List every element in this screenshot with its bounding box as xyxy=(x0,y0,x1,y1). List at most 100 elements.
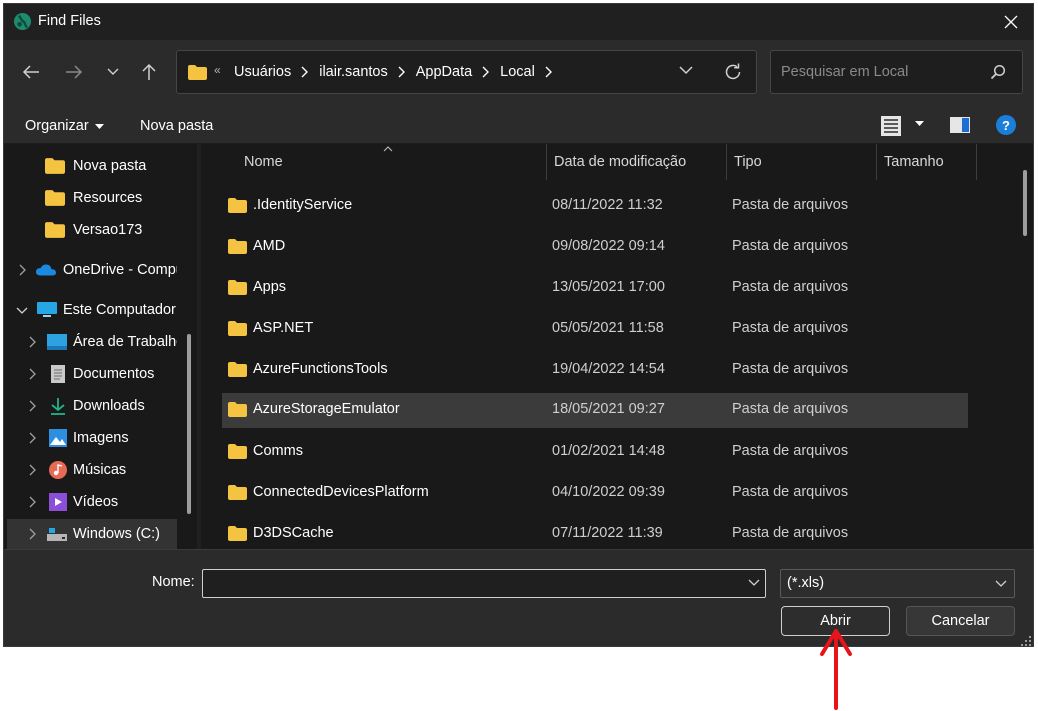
documents-icon xyxy=(51,365,65,383)
sidebar-item-documentos[interactable]: Documentos xyxy=(7,359,177,389)
chevron-right-icon[interactable] xyxy=(25,367,39,381)
breadcrumb: Usuários ilair.santos AppData Local xyxy=(232,64,561,80)
cancel-button[interactable]: Cancelar xyxy=(906,606,1015,636)
file-type-select[interactable]: (*.xls) xyxy=(780,569,1015,598)
column-header-date[interactable]: Data de modificação xyxy=(554,144,686,180)
chevron-right-icon[interactable] xyxy=(482,66,490,78)
file-list-scrollbar[interactable] xyxy=(1023,170,1027,236)
preview-pane-icon[interactable] xyxy=(950,117,970,133)
close-button[interactable] xyxy=(999,10,1023,34)
file-type: Pasta de arquivos xyxy=(732,238,849,254)
chevron-right-icon[interactable] xyxy=(25,495,39,509)
column-divider[interactable] xyxy=(876,144,877,180)
table-row-selected[interactable]: AzureStorageEmulator 18/05/2021 09:27 Pa… xyxy=(222,393,968,428)
sidebar-item-label: Resources xyxy=(73,190,143,206)
recent-locations-button[interactable] xyxy=(99,58,127,86)
breadcrumb-item[interactable]: Usuários xyxy=(232,64,293,80)
sidebar-item-imagens[interactable]: Imagens xyxy=(7,423,177,453)
chevron-right-icon[interactable] xyxy=(545,66,553,78)
sidebar-item-label: Área de Trabalho xyxy=(73,334,177,350)
file-name: ASP.NET xyxy=(253,320,314,336)
organize-menu-button[interactable]: Organizar xyxy=(25,118,104,134)
chevron-right-icon[interactable] xyxy=(301,66,309,78)
sidebar-item-windows-c[interactable]: Windows (C:) xyxy=(7,519,177,549)
sidebar-item-label: Vídeos xyxy=(73,494,119,510)
sidebar-item-area-de-trabalho[interactable]: Área de Trabalho xyxy=(7,327,177,357)
chevron-down-icon xyxy=(107,68,119,75)
chevron-down-icon[interactable] xyxy=(679,66,693,75)
table-row[interactable]: Apps 13/05/2021 17:00 Pasta de arquivos xyxy=(222,271,968,306)
file-date: 07/11/2022 11:39 xyxy=(552,525,663,541)
column-header-name[interactable]: Nome xyxy=(244,144,283,180)
folder-icon xyxy=(228,526,247,541)
sort-ascending-icon xyxy=(383,146,393,152)
breadcrumb-item[interactable]: Local xyxy=(498,64,537,80)
file-type: Pasta de arquivos xyxy=(732,320,849,336)
sidebar-item-downloads[interactable]: Downloads xyxy=(7,391,177,421)
chevron-right-icon[interactable] xyxy=(25,463,39,477)
file-date: 08/11/2022 11:32 xyxy=(552,197,663,213)
column-header-type[interactable]: Tipo xyxy=(734,144,762,180)
table-row[interactable]: Comms 01/02/2021 14:48 Pasta de arquivos xyxy=(222,435,968,470)
sidebar-item-este-computador[interactable]: Este Computador xyxy=(7,295,177,325)
table-row[interactable]: .IdentityService 08/11/2022 11:32 Pasta … xyxy=(222,189,968,224)
arrow-up-icon xyxy=(142,63,156,80)
breadcrumb-item[interactable]: AppData xyxy=(414,64,474,80)
chevron-right-icon[interactable] xyxy=(398,66,406,78)
chevron-right-icon[interactable] xyxy=(15,263,29,277)
folder-icon xyxy=(228,239,247,254)
chevron-right-icon[interactable] xyxy=(25,431,39,445)
app-logo-icon xyxy=(13,12,32,31)
up-button[interactable] xyxy=(135,58,163,86)
breadcrumb-item[interactable]: ilair.santos xyxy=(317,64,390,80)
sidebar-item-resources[interactable]: Resources xyxy=(7,183,177,213)
sidebar-item-versao173[interactable]: Versao173 xyxy=(7,215,177,245)
table-row[interactable]: D3DSCache 07/11/2022 11:39 Pasta de arqu… xyxy=(222,517,968,549)
details-view-icon[interactable] xyxy=(881,116,901,136)
back-button[interactable] xyxy=(17,58,45,86)
forward-button[interactable] xyxy=(60,58,88,86)
chevron-down-icon[interactable] xyxy=(748,579,760,586)
file-type: Pasta de arquivos xyxy=(732,401,849,417)
sidebar-item-musicas[interactable]: Músicas xyxy=(7,455,177,485)
chevron-right-icon[interactable] xyxy=(25,399,39,413)
caret-down-icon xyxy=(94,123,104,129)
sidebar-item-nova-pasta[interactable]: Nova pasta xyxy=(7,151,177,181)
file-type: Pasta de arquivos xyxy=(732,525,849,541)
help-button[interactable]: ? xyxy=(996,115,1016,135)
column-divider[interactable] xyxy=(726,144,727,180)
file-name: D3DSCache xyxy=(253,525,334,541)
chevron-down-icon[interactable] xyxy=(15,303,29,317)
caret-down-icon[interactable] xyxy=(915,121,924,126)
navigation-pane: Nova pasta Resources Versao173 OneDrive … xyxy=(4,144,197,549)
column-divider[interactable] xyxy=(546,144,547,180)
chevron-right-icon[interactable] xyxy=(25,335,39,349)
sidebar-item-label: Imagens xyxy=(73,430,129,446)
table-row[interactable]: AMD 09/08/2022 09:14 Pasta de arquivos xyxy=(222,230,968,265)
column-divider[interactable] xyxy=(976,144,977,180)
search-icon[interactable] xyxy=(990,64,1006,80)
file-name: Apps xyxy=(253,279,287,295)
address-overflow[interactable]: « xyxy=(214,63,221,77)
folder-icon xyxy=(228,362,247,377)
sidebar-item-videos[interactable]: Vídeos xyxy=(7,487,177,517)
resize-grip-icon[interactable] xyxy=(1021,636,1031,646)
new-folder-button[interactable]: Nova pasta xyxy=(140,118,213,134)
chevron-right-icon[interactable] xyxy=(25,527,39,541)
drive-icon xyxy=(47,528,67,541)
search-input[interactable]: Pesquisar em Local xyxy=(770,50,1023,94)
table-row[interactable]: ASP.NET 05/05/2021 11:58 Pasta de arquiv… xyxy=(222,312,968,347)
file-type-value: (*.xls) xyxy=(787,575,825,591)
sidebar-item-onedrive[interactable]: OneDrive - Compu xyxy=(7,255,177,285)
refresh-icon[interactable] xyxy=(723,62,743,82)
file-name: AzureFunctionsTools xyxy=(253,361,388,377)
folder-icon xyxy=(228,321,247,336)
file-name: AMD xyxy=(253,238,286,254)
address-bar[interactable]: « Usuários ilair.santos AppData Local xyxy=(176,50,757,94)
column-header-size[interactable]: Tamanho xyxy=(884,144,944,180)
table-row[interactable]: AzureFunctionsTools 19/04/2022 14:54 Pas… xyxy=(222,353,968,388)
file-type: Pasta de arquivos xyxy=(732,361,849,377)
file-name-input[interactable] xyxy=(202,569,766,598)
table-row[interactable]: ConnectedDevicesPlatform 04/10/2022 09:3… xyxy=(222,476,968,511)
sidebar-scrollbar[interactable] xyxy=(187,334,191,514)
